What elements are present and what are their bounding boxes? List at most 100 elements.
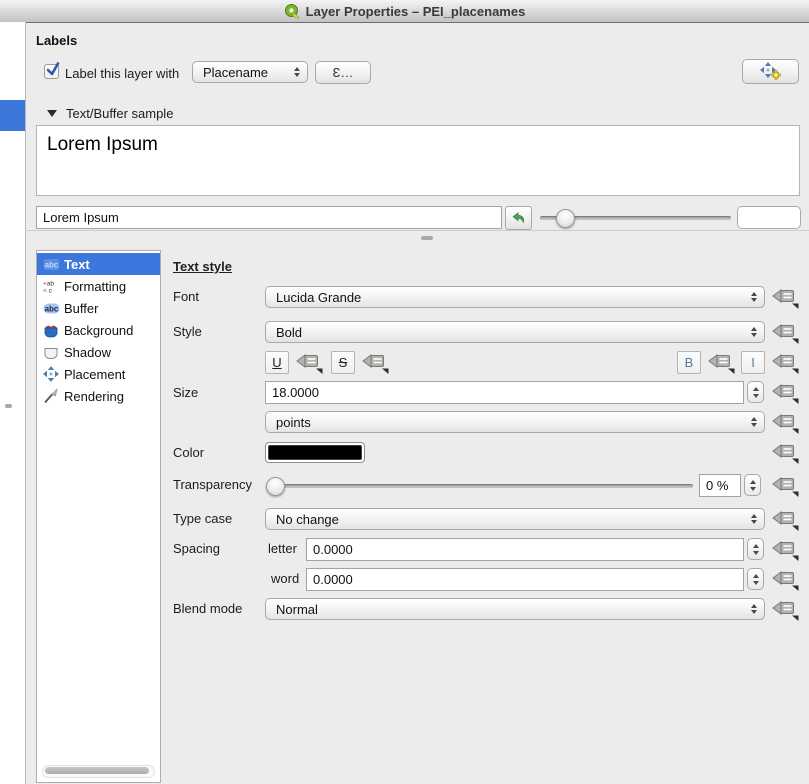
sidebar-horizontal-scrollbar[interactable] <box>42 765 155 778</box>
transparency-stepper[interactable] <box>744 474 761 496</box>
undo-arrow-icon <box>511 210 527 226</box>
data-defined-override-size[interactable] <box>771 381 799 404</box>
scrollbar-thumb[interactable] <box>45 767 149 774</box>
checkmark-icon <box>45 61 63 79</box>
data-defined-override-blend-mode[interactable] <box>771 598 799 621</box>
strikeout-button[interactable]: S <box>331 351 355 374</box>
data-defined-override-type-case[interactable] <box>771 508 799 531</box>
sample-section-header[interactable]: Text/Buffer sample <box>47 106 173 121</box>
size-stepper[interactable] <box>747 381 764 403</box>
data-defined-override-font[interactable] <box>771 286 799 309</box>
spacing-label: Spacing <box>173 541 220 556</box>
sidebar-item-label: Shadow <box>64 345 111 360</box>
data-defined-override-letter-spacing[interactable] <box>771 538 799 561</box>
data-defined-override-style[interactable] <box>771 321 799 344</box>
size-input[interactable] <box>265 381 744 404</box>
blend-mode-value: Normal <box>276 602 318 617</box>
letter-spacing-input[interactable] <box>306 538 744 561</box>
rendering-icon <box>42 388 60 404</box>
labels-tab-indicator[interactable] <box>0 100 25 131</box>
style-label: Style <box>173 324 202 339</box>
data-defined-override-color[interactable] <box>771 441 799 464</box>
section-divider <box>25 230 809 231</box>
size-unit-select[interactable]: points <box>265 411 765 433</box>
window-title: Layer Properties – PEI_placenames <box>306 4 526 19</box>
transparency-label: Transparency <box>173 477 252 492</box>
style-select[interactable]: Bold <box>265 321 765 343</box>
font-color-button[interactable] <box>265 442 365 463</box>
sidebar-item-rendering[interactable]: Rendering <box>37 385 160 407</box>
buffer-icon: abc <box>42 300 60 316</box>
spacing-letter-label: letter <box>268 541 297 556</box>
sidebar-item-placement[interactable]: Placement <box>37 363 160 385</box>
letter-spacing-stepper[interactable] <box>747 538 764 560</box>
transparency-input[interactable] <box>699 474 741 497</box>
combo-arrows-icon <box>294 67 300 77</box>
underline-button[interactable]: U <box>265 351 289 374</box>
splitter-grip[interactable] <box>421 236 433 240</box>
italic-button[interactable]: I <box>741 351 765 374</box>
data-defined-override-word-spacing[interactable] <box>771 568 799 591</box>
sidebar-item-buffer[interactable]: abc Buffer <box>37 297 160 319</box>
labels-heading: Labels <box>36 33 77 48</box>
svg-text:< c: < c <box>43 287 53 294</box>
font-label: Font <box>173 289 199 304</box>
text-style-group-title: Text style <box>173 259 232 274</box>
type-case-label: Type case <box>173 511 232 526</box>
font-select[interactable]: Lucida Grande <box>265 286 765 308</box>
data-defined-override-underline[interactable] <box>295 351 323 374</box>
data-defined-override-transparency[interactable] <box>771 474 799 497</box>
reset-sample-button[interactable] <box>505 206 532 230</box>
sample-background-color-button[interactable] <box>737 206 801 229</box>
underline-button-label: U <box>272 355 281 370</box>
svg-text:abc: abc <box>44 304 58 313</box>
sample-preview-text: Lorem Ipsum <box>37 126 799 156</box>
bold-button-label: B <box>685 355 694 370</box>
size-unit-value: points <box>276 415 311 430</box>
sidebar-item-background[interactable]: Background <box>37 319 160 341</box>
font-color-swatch <box>268 445 362 460</box>
label-field-select[interactable]: Placename <box>192 61 308 83</box>
strikeout-button-label: S <box>339 355 348 370</box>
collapse-triangle-icon <box>47 110 57 117</box>
label-field-value: Placename <box>203 65 268 80</box>
sample-size-slider-handle[interactable] <box>556 209 575 228</box>
combo-arrows-icon <box>751 514 757 524</box>
label-sample-preview: Lorem Ipsum <box>36 125 800 196</box>
sidebar-item-label: Formatting <box>64 279 126 294</box>
data-defined-override-bold[interactable] <box>707 351 735 374</box>
svg-text:abc: abc <box>44 260 58 269</box>
window-titlebar: Layer Properties – PEI_placenames <box>0 0 809 23</box>
type-case-select[interactable]: No change <box>265 508 765 530</box>
automated-placement-settings-button[interactable] <box>742 59 799 84</box>
combo-arrows-icon <box>751 604 757 614</box>
data-defined-override-italic[interactable] <box>771 351 799 374</box>
expression-button-label: Ɛ… <box>333 65 354 80</box>
data-defined-override-size-unit[interactable] <box>771 411 799 434</box>
blend-mode-select[interactable]: Normal <box>265 598 765 620</box>
svg-text:+ab: +ab <box>43 280 54 287</box>
sidebar-item-shadow[interactable]: Shadow <box>37 341 160 363</box>
sample-text-input[interactable] <box>36 206 502 229</box>
dialog-tab-gutter <box>0 22 26 784</box>
side-splitter-grip[interactable] <box>5 404 12 408</box>
sample-section-title: Text/Buffer sample <box>66 106 173 121</box>
sidebar-item-text[interactable]: abc Text <box>37 253 160 275</box>
word-spacing-input[interactable] <box>306 568 744 591</box>
transparency-slider-handle[interactable] <box>266 477 285 496</box>
word-spacing-stepper[interactable] <box>747 568 764 590</box>
data-defined-override-strikeout[interactable] <box>361 351 389 374</box>
sidebar-item-formatting[interactable]: +ab < c Formatting <box>37 275 160 297</box>
font-value: Lucida Grande <box>276 290 361 305</box>
placement-gear-icon <box>760 62 782 82</box>
bold-button[interactable]: B <box>677 351 701 374</box>
placement-icon <box>42 366 60 382</box>
combo-arrows-icon <box>751 417 757 427</box>
transparency-slider[interactable] <box>268 484 693 488</box>
sidebar-item-label: Text <box>64 257 90 272</box>
italic-button-label: I <box>751 355 755 370</box>
formatting-icon: +ab < c <box>42 278 60 294</box>
label-settings-sidebar: abc Text +ab < c Formatting abc Buffer <box>36 250 161 783</box>
label-this-layer-checkbox[interactable] <box>44 64 59 79</box>
expression-builder-button[interactable]: Ɛ… <box>315 61 371 84</box>
